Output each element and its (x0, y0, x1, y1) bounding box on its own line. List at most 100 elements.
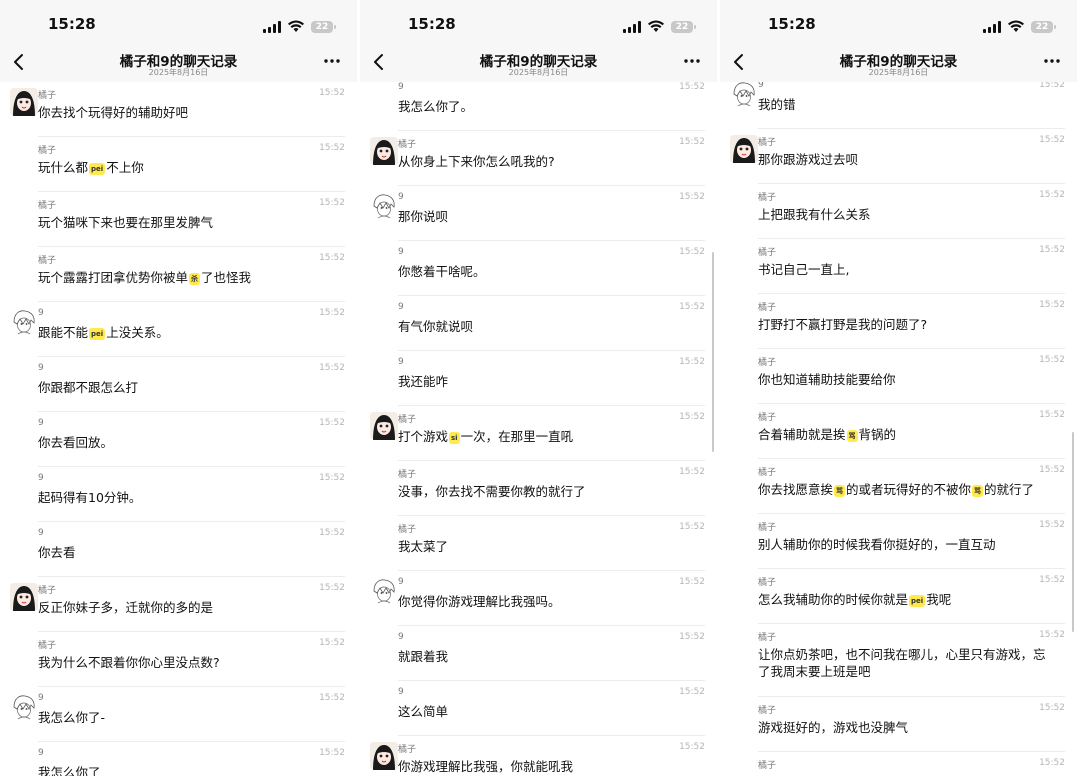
sender-name: 橘子 (758, 633, 777, 643)
message-item[interactable]: 9 15:52 你憋着干啥呢。 (398, 241, 705, 296)
message-item[interactable]: 橘子 15:52 那你跟游戏过去呗 (730, 129, 1065, 184)
avatar-nine[interactable] (730, 82, 758, 108)
status-bar: 15:28 22 (0, 0, 357, 44)
message-item[interactable]: 9 15:52 跟能不能 pei 上没关系。 (10, 302, 345, 357)
message-item[interactable]: 橘子 15:52 怎么我辅助你的时候你就是 pei 我呢 (758, 569, 1065, 624)
message-item[interactable]: 橘子 15:52 没事，你去找不需要你教的就行了 (398, 461, 705, 516)
screenshot-collage: 15:28 22 橘子和9的聊天记录 2025年8月16日 橘子 15:52 你去找个玩得好… (0, 0, 1080, 776)
message-time: 15:52 (319, 308, 345, 318)
message-item[interactable]: 橘子 15:52 玩个露露打团拿优势你被单杀了也怪我 (38, 247, 345, 302)
message-item[interactable]: 9 15:52 就跟着我 (398, 626, 705, 681)
avatar-juzi[interactable] (730, 135, 758, 163)
message-time: 15:52 (679, 357, 705, 367)
message-list[interactable]: 9 15:52 我怎么你了。 橘子 15:52 从你身上下来你怎么吼我的? 9 15:52 那你… (360, 82, 717, 776)
nav-bar: 橘子和9的聊天记录 2025年8月16日 (0, 44, 357, 82)
message-scroll: 9 15:52 我的错 橘子 15:52 那你跟游戏过去呗 橘子 15:52 上把跟我有什么关系… (720, 82, 1077, 776)
sender-name: 橘子 (38, 91, 57, 101)
sender-name: 9 (398, 632, 404, 642)
sender-name: 9 (398, 247, 404, 257)
message-time: 15:52 (1039, 630, 1065, 640)
message-item[interactable]: 9 15:52 我怎么你了。 (398, 82, 705, 131)
message-item[interactable]: 9 15:52 我怎么你了 (38, 742, 345, 776)
wifi-icon (1008, 17, 1024, 36)
message-item[interactable]: 橘子 15:52 别人辅助你的时候我看你挺好的，一直互动 (758, 514, 1065, 569)
message-item[interactable]: 9 15:52 你去看 (38, 522, 345, 577)
sticker-emoji-icon: 骂 (972, 484, 984, 497)
message-list[interactable]: 橘子 15:52 你去找个玩得好的辅助好吧 橘子 15:52 玩什么都 pei 不上你 橘子 15… (0, 82, 357, 776)
status-icons: 22 (623, 17, 696, 36)
message-item[interactable]: 9 15:52 你去看回放。 (38, 412, 345, 467)
message-item[interactable]: 橘子 15:52 玩个猫咪下来也要在那里发脾气 (38, 192, 345, 247)
sender-name: 橘子 (758, 706, 777, 716)
avatar-juzi[interactable] (10, 88, 38, 116)
message-item[interactable]: 9 15:52 我怎么你了- (10, 687, 345, 742)
sender-name: 9 (38, 473, 44, 483)
message-item[interactable]: 橘子 15:52 打个游戏 si 一次，在那里一直吼 (370, 406, 705, 461)
scrollbar[interactable] (712, 252, 714, 452)
message-item[interactable]: 橘子 15:52 你也知道辅助技能要给你 (758, 349, 1065, 404)
avatar-juzi[interactable] (370, 137, 398, 165)
status-icons: 22 (263, 17, 336, 36)
message-item[interactable]: 9 15:52 我的错 (730, 82, 1065, 129)
message-text: 你去找个玩得好的辅助好吧 (38, 105, 189, 120)
message-list[interactable]: 9 15:52 我的错 橘子 15:52 那你跟游戏过去呗 橘子 15:52 上把跟我有什么关系… (720, 82, 1077, 776)
avatar-nine[interactable] (10, 693, 38, 721)
message-text: 我太菜了 (398, 539, 449, 554)
sender-name: 橘子 (758, 523, 777, 533)
message-item[interactable]: 橘子 15:52 你游戏理解比我强，你就能吼我 (370, 736, 705, 776)
chat-record-date: 2025年8月16日 (868, 68, 929, 77)
sender-name: 9 (38, 528, 44, 538)
avatar-juzi[interactable] (370, 412, 398, 440)
message-item[interactable]: 9 15:52 我还能咋 (398, 351, 705, 406)
sticker-emoji-icon: pei (909, 594, 926, 607)
message-item[interactable]: 9 15:52 起码得有10分钟。 (38, 467, 345, 522)
message-item[interactable]: 9 15:52 你跟都不跟怎么打 (38, 357, 345, 412)
message-time: 15:52 (1039, 82, 1065, 90)
cellular-signal-icon (623, 20, 641, 33)
message-item[interactable]: 橘子 15:52 书记自己一直上, (758, 239, 1065, 294)
message-text: 我怎么你了。 (398, 99, 474, 114)
message-item[interactable]: 橘子 15:52 反正你妹子多，迁就你的多的是 (10, 577, 345, 632)
text-segment: 打个游戏 (398, 429, 449, 444)
sender-name: 9 (398, 192, 404, 202)
message-item[interactable]: 橘子 15:52 上把跟我有什么关系 (758, 184, 1065, 239)
message-item[interactable]: 橘子 15:52 让你点奶茶吧，也不问我在哪儿，心里只有游戏，忘了我周末要上班是吧 (758, 624, 1065, 697)
wifi-icon (288, 17, 304, 36)
text-segment: 你去找愿意挨 (758, 482, 834, 497)
message-item[interactable]: 橘子 15:52 从你身上下来你怎么吼我的? (370, 131, 705, 186)
message-text: 打个游戏 si 一次，在那里一直吼 (398, 428, 693, 445)
message-time: 15:52 (679, 577, 705, 587)
sender-name: 橘子 (758, 468, 777, 478)
message-item[interactable]: 橘子 15:52 打野打不赢打野是我的问题了? (758, 294, 1065, 349)
sender-name: 橘子 (758, 413, 777, 423)
message-time: 15:52 (319, 363, 345, 373)
message-item[interactable]: 橘子 15:52 我太菜了 (398, 516, 705, 571)
message-item[interactable]: 9 15:52 这么简单 (398, 681, 705, 736)
scrollbar[interactable] (1072, 432, 1074, 632)
avatar-nine[interactable] (370, 577, 398, 605)
message-time: 15:52 (1039, 355, 1065, 365)
message-item[interactable]: 橘子 15:52 (758, 752, 1065, 776)
message-item[interactable]: 9 15:52 你觉得你游戏理解比我强吗。 (370, 571, 705, 626)
message-time: 15:52 (1039, 758, 1065, 768)
message-item[interactable]: 橘子 15:52 我为什么不跟着你你心里没点数? (38, 632, 345, 687)
avatar-nine[interactable] (10, 308, 38, 336)
sender-name: 橘子 (758, 578, 777, 588)
sender-name: 橘子 (758, 761, 777, 771)
battery-icon: 22 (311, 20, 336, 33)
sender-name: 橘子 (398, 140, 417, 150)
message-item[interactable]: 9 15:52 有气你就说呗 (398, 296, 705, 351)
nav-bar: 橘子和9的聊天记录 2025年8月16日 (360, 44, 717, 82)
message-item[interactable]: 橘子 15:52 玩什么都 pei 不上你 (38, 137, 345, 192)
battery-icon: 22 (1031, 20, 1056, 33)
avatar-nine[interactable] (370, 192, 398, 220)
text-segment: 我呢 (926, 592, 952, 607)
avatar-juzi[interactable] (370, 742, 398, 770)
message-item[interactable]: 9 15:52 那你说呗 (370, 186, 705, 241)
sender-name: 橘子 (758, 193, 777, 203)
message-item[interactable]: 橘子 15:52 你去找愿意挨骂的或者玩得好的不被你骂的就行了 (758, 459, 1065, 514)
message-item[interactable]: 橘子 15:52 合着辅助就是挨骂背锅的 (758, 404, 1065, 459)
avatar-juzi[interactable] (10, 583, 38, 611)
message-item[interactable]: 橘子 15:52 游戏挺好的，游戏也没脾气 (758, 697, 1065, 752)
message-item[interactable]: 橘子 15:52 你去找个玩得好的辅助好吧 (10, 82, 345, 137)
